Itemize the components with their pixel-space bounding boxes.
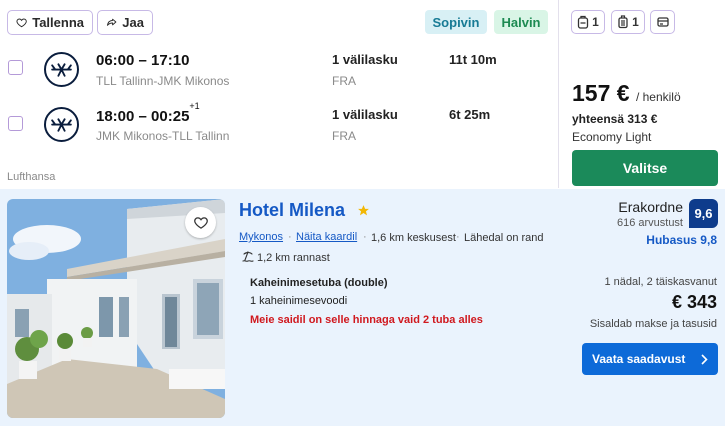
cabin-class: Economy Light [572, 130, 652, 144]
airline-name: Lufthansa [7, 171, 56, 183]
favorite-button[interactable] [185, 207, 216, 238]
comfort-rating: Hubasus 9,8 [646, 233, 717, 247]
return-stops: 1 välilasku [332, 107, 398, 122]
ticket-icon [656, 17, 669, 27]
outbound-stop-code: FRA [332, 74, 356, 88]
next-day-indicator: +1 [189, 101, 200, 111]
save-button-label: Tallenna [32, 15, 84, 30]
separator-dot: · [288, 231, 292, 243]
cabin-bag-count: 1 [632, 15, 639, 29]
personal-item-button[interactable]: 1 [571, 10, 605, 34]
share-button-label: Jaa [122, 15, 144, 30]
fare-details-button[interactable] [650, 10, 675, 34]
lufthansa-logo-icon [44, 107, 79, 142]
bed-type: 1 kaheinimesevoodi [250, 295, 348, 307]
city-link[interactable]: Mykonos [239, 231, 283, 243]
heart-icon [16, 18, 27, 28]
see-availability-label: Vaata saadavust [592, 352, 686, 366]
cabin-bag-button[interactable]: 1 [611, 10, 645, 34]
return-stop-code: FRA [332, 129, 356, 143]
chevron-right-icon [701, 353, 708, 365]
outbound-stops: 1 välilasku [332, 52, 398, 67]
tax-note: Sisaldab makse ja tasusid [589, 318, 717, 330]
room-type: Kaheinimesetuba (double) [250, 277, 388, 289]
star-icon [358, 205, 369, 216]
outbound-time: 06:00 – 17:10 [96, 52, 190, 69]
personal-item-count: 1 [592, 15, 599, 29]
lufthansa-logo-icon [44, 52, 79, 87]
badge-cheapest: Halvin [494, 10, 548, 34]
separator-dot: · [456, 231, 460, 243]
share-icon [106, 18, 117, 26]
flight-price-panel: 1 1 157 € / henkilö yhteensä 313 € Econo… [559, 0, 725, 188]
return-time: 18:00 – 00:25+1 [96, 101, 200, 125]
stay-details: 1 nädal, 2 täiskasvanut [604, 276, 717, 288]
review-score-badge: 9,6 [689, 199, 718, 228]
outbound-duration: 11t 10m [449, 52, 497, 67]
save-button[interactable]: Tallenna [7, 10, 93, 35]
backpack-icon [578, 15, 589, 29]
badge-best: Sopivin [425, 10, 487, 34]
compare-checkbox-return[interactable] [8, 116, 23, 131]
beach-distance: 1,2 km rannast [257, 252, 330, 264]
outbound-route: TLL Tallinn-JMK Mikonos [96, 74, 230, 88]
flight-details: Tallenna Jaa Sopivin Halvin 06:00 – 17:1… [0, 0, 558, 188]
separator-dot: · [363, 231, 367, 243]
return-duration: 6t 25m [449, 107, 491, 122]
cabin-bag-icon [618, 15, 628, 29]
flight-card: Tallenna Jaa Sopivin Halvin 06:00 – 17:1… [0, 0, 725, 188]
hotel-name-link[interactable]: Hotel Milena [239, 200, 345, 221]
distance-from-center: 1,6 km keskusest [371, 232, 456, 244]
show-on-map-link[interactable]: Näita kaardil [296, 231, 357, 243]
see-availability-button[interactable]: Vaata saadavust [582, 343, 718, 375]
share-button[interactable]: Jaa [97, 10, 153, 35]
price-per-person: / henkilö [635, 90, 681, 104]
beach-nearby: Lähedal on rand [464, 232, 544, 244]
flight-total-price: yhteensä 313 € [572, 112, 658, 126]
hotel-price: € 343 [671, 292, 717, 312]
compare-checkbox-outbound[interactable] [8, 60, 23, 75]
review-count: 616 arvustust [616, 217, 683, 229]
scarcity-message: Meie saidil on selle hinnaga vaid 2 tuba… [250, 314, 483, 326]
heart-icon [193, 217, 208, 229]
flight-price: 157 € / henkilö [572, 80, 681, 106]
select-flight-button[interactable]: Valitse [572, 150, 718, 186]
beach-icon [242, 251, 254, 262]
return-route: JMK Mikonos-TLL Tallinn [96, 129, 230, 143]
rating-label: Erakordne [618, 199, 683, 215]
